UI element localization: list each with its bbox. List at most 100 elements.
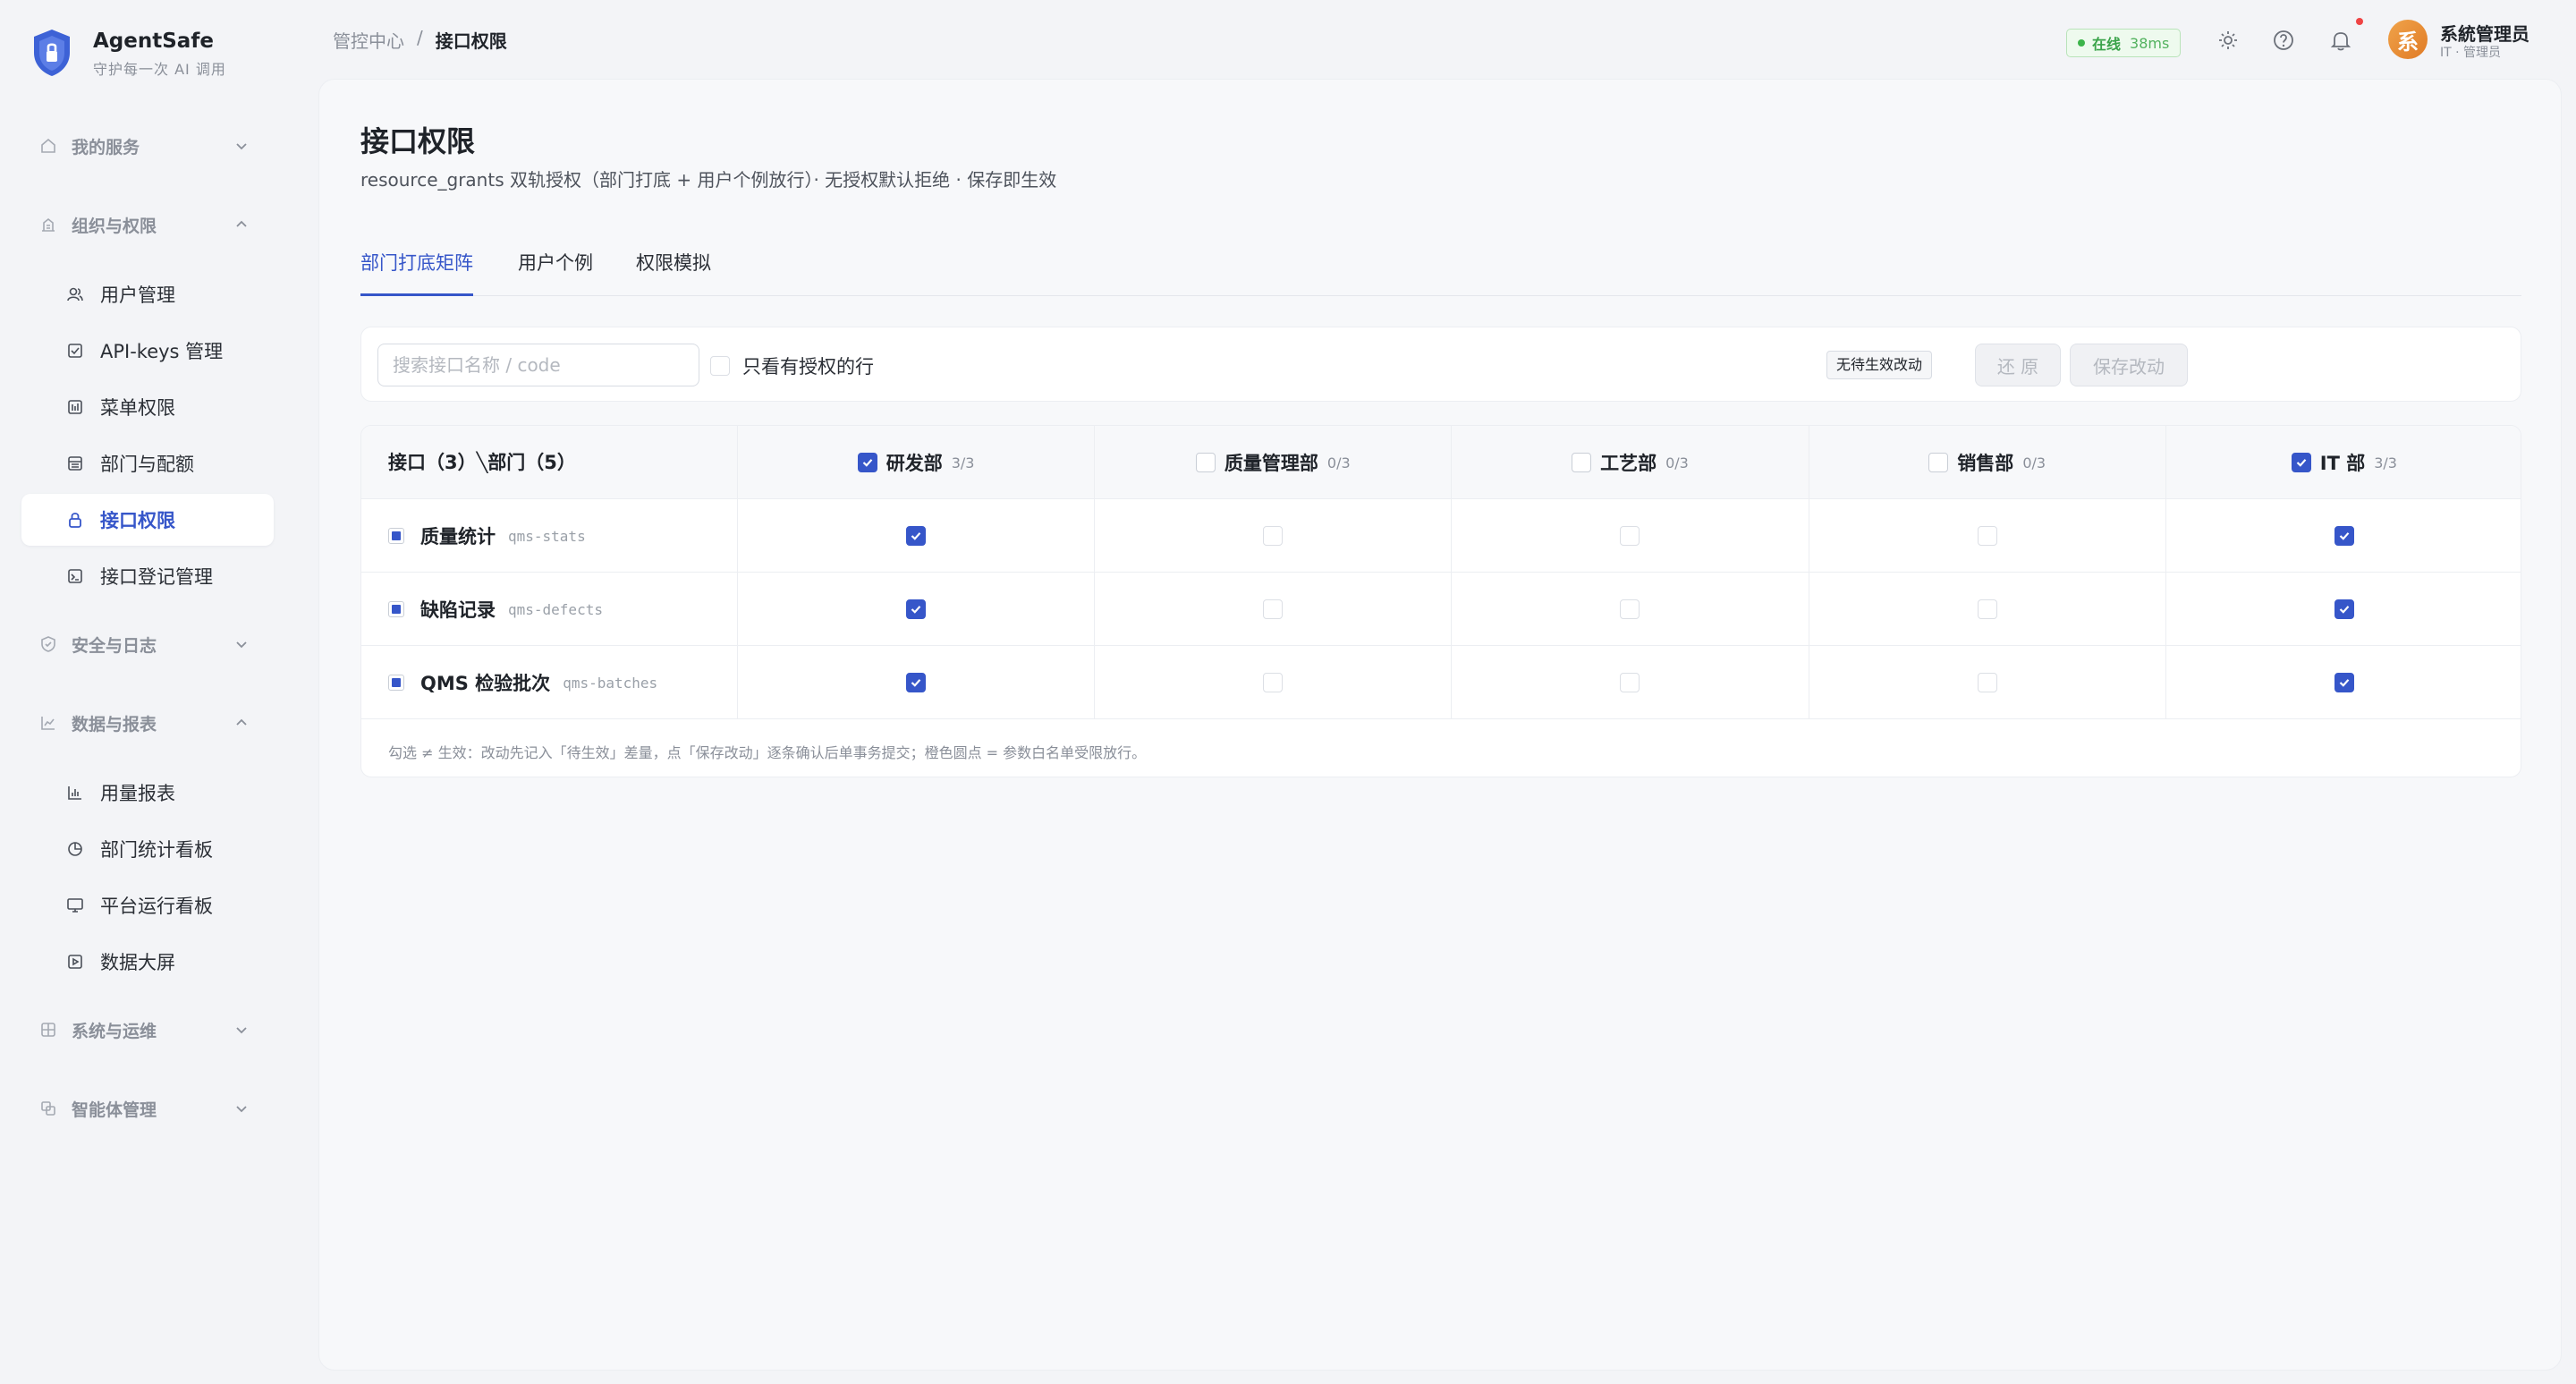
user-role: IT · 管理员: [2440, 46, 2502, 60]
dept-select-all-checkbox[interactable]: [2291, 453, 2311, 472]
row-label: 质量统计 qms-stats: [388, 499, 586, 573]
nav-group-agent-management[interactable]: 智能体管理: [21, 1083, 274, 1134]
only-granted-checkbox[interactable]: 只看有授权的行: [710, 352, 874, 379]
play-screen-icon: [68, 955, 82, 969]
grant-checkbox[interactable]: [1620, 673, 1640, 692]
tab-dept-matrix[interactable]: 部门打底矩阵: [360, 250, 473, 296]
sidebar-item-user-management[interactable]: 用户管理: [21, 268, 274, 320]
row-label: 缺陷记录 qms-defects: [388, 573, 603, 646]
grant-checkbox[interactable]: [906, 673, 927, 692]
revert-button[interactable]: 还 原: [1975, 344, 2061, 386]
table-row: 缺陷记录 qms-defects: [361, 573, 2521, 646]
grant-checkbox[interactable]: [1620, 599, 1640, 619]
grant-checkbox[interactable]: [1977, 526, 1997, 546]
matrix-corner-label: 接口（3）╲部门（5）: [388, 452, 576, 473]
grant-checkbox[interactable]: [1977, 599, 1997, 619]
sidebar-item-platform-dashboard[interactable]: 平台运行看板: [21, 879, 274, 931]
bell-icon[interactable]: [2329, 29, 2352, 52]
sidebar-item-label: 部门统计看板: [100, 839, 213, 861]
department-icon: [68, 456, 82, 471]
chevron-up-icon: [236, 220, 247, 227]
tab-user-exceptions[interactable]: 用户个例: [518, 250, 593, 296]
nav-group-label: 组织与权限: [72, 216, 157, 236]
grant-cell: [737, 573, 1094, 646]
dept-grant-count: 0/3: [1665, 454, 1689, 471]
nav-group-my-services[interactable]: 我的服务: [21, 121, 274, 171]
grant-cell: [2165, 646, 2521, 719]
nav-group-system-ops[interactable]: 系统与运维: [21, 1005, 274, 1055]
dept-select-all-checkbox[interactable]: [1928, 453, 1949, 472]
chevron-down-icon: [236, 143, 247, 150]
brand: AgentSafe 守护每一次 AI 调用: [30, 27, 226, 79]
api-code: qms-batches: [563, 674, 658, 692]
dept-column-header: 工艺部 0/3: [1451, 426, 1808, 499]
nav-group-data-reports[interactable]: 数据与报表: [21, 698, 274, 748]
app-slogan: 守护每一次 AI 调用: [93, 61, 226, 78]
sidebar-item-departments-quota[interactable]: 部门与配额: [21, 437, 274, 489]
sidebar-item-menu-permissions[interactable]: 菜单权限: [21, 381, 274, 433]
shield-logo-icon: [34, 30, 70, 76]
sidebar-item-usage-report[interactable]: 用量报表: [21, 767, 274, 819]
avatar[interactable]: 系: [2388, 20, 2428, 59]
row-select-checkbox[interactable]: [388, 675, 404, 691]
dept-grant-count: 3/3: [2374, 454, 2397, 471]
checkbox-box[interactable]: [710, 356, 730, 376]
grant-cell: [737, 646, 1094, 719]
notification-dot: [2356, 18, 2363, 25]
grant-checkbox[interactable]: [2334, 599, 2354, 619]
grant-checkbox[interactable]: [1620, 526, 1640, 546]
page-subtitle: resource_grants 双轨授权（部门打底 + 用户个例放行）· 无授权…: [360, 169, 1057, 191]
dept-grant-count: 0/3: [1326, 454, 1351, 471]
dept-name: 工艺部: [1600, 453, 1657, 474]
search-input[interactable]: [377, 344, 699, 386]
dept-select-all-checkbox[interactable]: [1572, 453, 1592, 472]
dept-select-all-checkbox[interactable]: [857, 453, 877, 472]
shield-icon: [41, 636, 55, 652]
sidebar-item-dept-dashboard[interactable]: 部门统计看板: [21, 823, 274, 875]
tab-permission-simulation[interactable]: 权限模拟: [636, 250, 711, 296]
dept-column-header: 研发部 3/3: [737, 426, 1094, 499]
sidebar-item-label: 菜单权限: [100, 397, 175, 419]
matrix-header-row: 接口（3）╲部门（5） 研发部 3/3 质量管理部 0/3 工艺部 0/3 销售部 0/3 IT…: [361, 426, 2521, 499]
sidebar-item-api-registry[interactable]: 接口登记管理: [21, 550, 274, 602]
monitor-icon: [67, 898, 83, 913]
save-changes-button[interactable]: 保存改动: [2070, 344, 2188, 386]
sidebar-item-api-permissions[interactable]: 接口权限: [21, 494, 274, 546]
chevron-down-icon: [236, 641, 247, 649]
chevron-down-icon: [236, 1027, 247, 1034]
api-code: qms-stats: [508, 527, 586, 545]
row-select-checkbox[interactable]: [388, 601, 404, 617]
grant-checkbox[interactable]: [1263, 673, 1284, 692]
main-content: 接口权限 resource_grants 双轨授权（部门打底 + 用户个例放行）…: [318, 79, 2562, 1371]
grant-checkbox[interactable]: [906, 526, 927, 546]
grant-checkbox[interactable]: [2334, 526, 2354, 546]
sidebar-item-api-keys[interactable]: API-keys 管理: [21, 325, 274, 377]
dept-grant-count: 3/3: [951, 454, 975, 471]
row-select-checkbox[interactable]: [388, 528, 404, 544]
dept-grant-count: 0/3: [2022, 454, 2046, 471]
grant-checkbox[interactable]: [2334, 673, 2354, 692]
nav-group-label: 数据与报表: [72, 714, 157, 734]
user-name[interactable]: 系統管理员: [2440, 20, 2529, 46]
api-name: 质量统计: [420, 526, 496, 548]
status-text: 在线: [2092, 36, 2122, 53]
nav-group-org-permissions[interactable]: 组织与权限: [21, 200, 274, 250]
table-row: QMS 检验批次 qms-batches: [361, 646, 2521, 719]
breadcrumb-parent-link[interactable]: 管控中心: [333, 27, 404, 53]
dept-column-header: 销售部 0/3: [1808, 426, 2165, 499]
grant-checkbox[interactable]: [1263, 599, 1284, 619]
nav-group-security-logs[interactable]: 安全与日志: [21, 619, 274, 669]
tab-bar: 部门打底矩阵 用户个例 权限模拟: [360, 250, 2521, 296]
agent-icon: [41, 1101, 55, 1116]
grant-cell: [2165, 499, 2521, 573]
grant-checkbox[interactable]: [906, 599, 927, 619]
sidebar-item-label: 接口登记管理: [100, 566, 213, 588]
grant-checkbox[interactable]: [1977, 673, 1997, 692]
pie-chart-icon: [68, 842, 82, 856]
building-icon: [42, 217, 55, 232]
grant-checkbox[interactable]: [1263, 526, 1284, 546]
dept-select-all-checkbox[interactable]: [1195, 453, 1216, 472]
sidebar-item-data-screen[interactable]: 数据大屏: [21, 936, 274, 988]
help-icon[interactable]: [2272, 29, 2295, 52]
theme-sun-icon[interactable]: [2216, 29, 2240, 52]
